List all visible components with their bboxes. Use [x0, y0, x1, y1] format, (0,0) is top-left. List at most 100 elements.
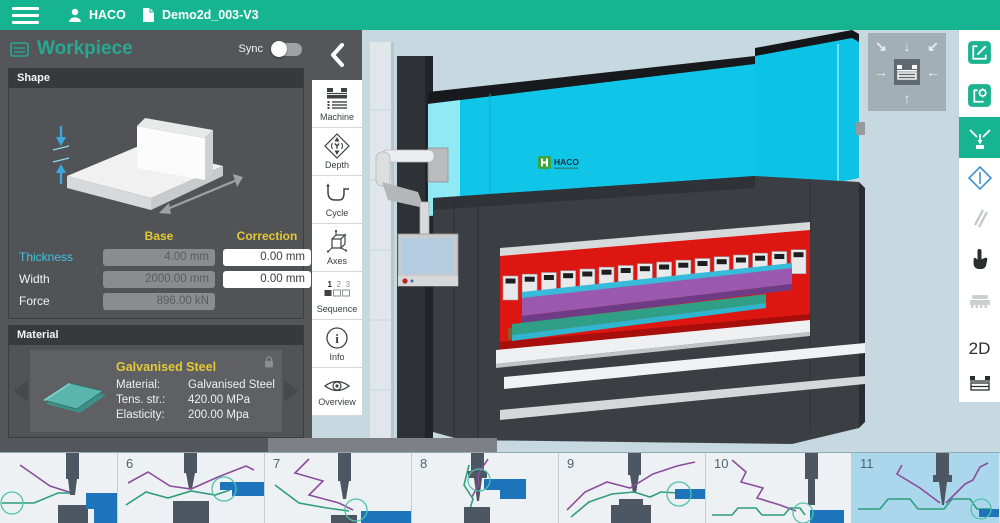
svg-text:HACO: HACO — [554, 157, 579, 167]
document-name: Demo2d_003-V3 — [162, 8, 259, 22]
material-section: Material Galvanised Steel Material:Galva… — [8, 325, 304, 438]
tab-sequence[interactable]: 1 2 3 Sequence — [312, 272, 362, 320]
sync-toggle-knob — [271, 41, 287, 57]
view-orientation-control[interactable]: ↘ ↓ ↙ → ← ↑ — [868, 33, 946, 111]
action-toolbar: 2D — [958, 30, 1000, 402]
machine-icon — [324, 85, 350, 111]
collapse-panel-button[interactable] — [312, 30, 362, 80]
width-correction-field[interactable]: 0.00 mm — [223, 271, 311, 288]
depth-icon — [324, 133, 350, 159]
document-indicator[interactable]: Demo2d_003-V3 — [142, 0, 259, 30]
user-name: HACO — [89, 8, 126, 22]
tab-overview[interactable]: Overview — [312, 368, 362, 416]
material-title: Galvanised Steel — [116, 360, 275, 374]
view-arrow-down-right[interactable]: ↘ — [868, 33, 894, 59]
filmstrip-scrollbar-thumb[interactable] — [0, 438, 268, 452]
menu-button[interactable] — [12, 7, 39, 24]
thickness-label: Thickness — [15, 250, 95, 264]
material-next-button[interactable] — [284, 380, 298, 402]
top-bar: HACO Demo2d_003-V3 — [0, 0, 1000, 30]
overview-eye-icon — [323, 376, 351, 396]
tab-info[interactable]: i Info — [312, 320, 362, 368]
user-indicator[interactable]: HACO — [68, 0, 126, 30]
info-icon: i — [324, 325, 350, 351]
sheet-metal-icon — [36, 364, 110, 418]
base-column-header: Base — [103, 229, 215, 243]
sync-toggle[interactable] — [272, 43, 302, 56]
measure-icon — [967, 205, 993, 231]
measure-button — [959, 199, 1000, 238]
simulation-icon — [967, 165, 993, 191]
view-arrow-left[interactable]: ← — [920, 59, 946, 85]
bend-step-tile[interactable]: 10 — [706, 453, 852, 523]
force-label: Force — [15, 294, 95, 308]
material-section-header: Material — [9, 326, 303, 345]
edit-program-icon — [966, 39, 993, 66]
tab-depth[interactable]: Depth — [312, 128, 362, 176]
sequence-icon: 1 2 3 — [323, 277, 351, 303]
machine-2d-button[interactable] — [959, 365, 1000, 402]
bend-tool-icon — [967, 125, 993, 151]
cycle-icon — [324, 181, 350, 207]
material-card[interactable]: Galvanised Steel Material:Galvanised Ste… — [30, 350, 282, 432]
view-arrow-up[interactable]: ↑ — [894, 85, 920, 111]
lock-icon — [262, 354, 276, 370]
bend-step-tile[interactable]: 6 — [118, 453, 265, 523]
tensile-value: 420.00 MPa — [188, 393, 250, 408]
force-row: Force 896.00 kN — [9, 290, 303, 312]
thickness-base-field: 4.00 mm — [103, 249, 215, 266]
correction-column-header: Correction — [223, 229, 311, 243]
workpiece-panel-header: Workpiece Sync — [0, 30, 312, 68]
shape-section-header: Shape — [9, 69, 303, 88]
svg-text:2: 2 — [337, 280, 342, 289]
tooling-button — [959, 282, 1000, 321]
filmstrip-scrollbar[interactable] — [0, 438, 497, 452]
view-2d-button[interactable]: 2D — [959, 332, 1000, 365]
thickness-row: Thickness 4.00 mm 0.00 mm — [9, 246, 303, 268]
bend-sequence-strip: 6 7 8 — [0, 452, 1000, 522]
viewport-3d[interactable]: HACO — [362, 30, 1000, 452]
manual-mode-button[interactable] — [959, 237, 1000, 282]
shape-preview — [9, 88, 303, 226]
hand-icon — [967, 247, 993, 273]
svg-text:3: 3 — [346, 280, 351, 289]
elasticity-value: 200.00 Mpa — [188, 408, 249, 423]
thickness-correction-field[interactable]: 0.00 mm — [223, 249, 311, 266]
view-arrow-down-left[interactable]: ↙ — [920, 33, 946, 59]
svg-text:i: i — [335, 331, 339, 346]
bend-step-tile[interactable]: 8 — [412, 453, 559, 523]
width-row: Width 2000.00 mm 0.00 mm — [9, 268, 303, 290]
workpiece-icon — [10, 41, 29, 58]
program-settings-button[interactable] — [959, 75, 1000, 118]
tab-axes[interactable]: Axes — [312, 224, 362, 272]
width-base-field: 2000.00 mm — [103, 271, 215, 288]
bend-tool-button[interactable] — [959, 117, 1000, 158]
bend-step-tile[interactable] — [0, 453, 118, 523]
thickness-arrows-icon — [53, 126, 69, 184]
simulation-button[interactable] — [959, 158, 1000, 199]
front-view-button[interactable] — [894, 59, 920, 85]
axes-icon — [324, 229, 350, 255]
fields-header-row: Base Correction — [9, 226, 303, 246]
edit-program-button[interactable] — [959, 30, 1000, 75]
view-arrow-right[interactable]: → — [868, 59, 894, 85]
view-arrow-down[interactable]: ↓ — [894, 33, 920, 59]
program-settings-icon — [966, 82, 993, 109]
tab-machine[interactable]: Machine — [312, 80, 362, 128]
document-icon — [142, 7, 155, 23]
bend-step-tile[interactable]: 7 — [265, 453, 412, 523]
svg-text:1: 1 — [328, 280, 333, 289]
bend-step-tile[interactable]: 9 — [559, 453, 706, 523]
panel-title: Workpiece — [37, 38, 239, 60]
workspace: HACO — [0, 30, 1000, 522]
view-toolbar: Machine Depth Cycle — [312, 30, 362, 416]
bend-step-tile-selected[interactable]: 11 — [852, 453, 999, 523]
workpiece-panel: Workpiece Sync Shape — [0, 30, 312, 438]
shape-section: Shape — [8, 68, 304, 319]
width-label: Width — [15, 272, 95, 286]
chevron-left-icon — [328, 42, 346, 68]
material-value: Galvanised Steel — [188, 378, 275, 393]
tab-cycle[interactable]: Cycle — [312, 176, 362, 224]
machine-front-icon — [896, 64, 918, 81]
material-prev-button[interactable] — [14, 380, 28, 402]
